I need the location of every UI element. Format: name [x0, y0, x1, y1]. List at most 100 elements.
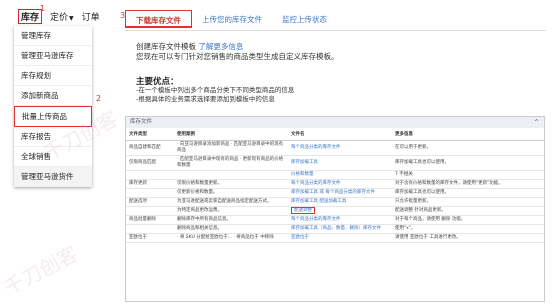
file-link[interactable]: 每个商品分类的库存文件	[291, 181, 341, 186]
cell-file-type-text: 商品批量删除	[129, 217, 156, 222]
cell-use-case-text: · 向亚马逊目录添加新商品 · 匹配亚马逊目录中的现有商品	[177, 142, 284, 153]
cell-more-info-text: 库存加载工具也可以使用。	[395, 160, 449, 165]
file-link[interactable]: 库存加载工具	[291, 160, 318, 165]
cell-file-name: 库存加载工具 或 每个商品分类的库存文件	[288, 188, 392, 198]
tab-divider	[125, 30, 546, 31]
cell-more-info-text: 使用"x"。	[395, 226, 416, 231]
learn-more-link[interactable]: 了解更多信息	[198, 42, 243, 51]
menu-item-inventory-reports[interactable]: 库存报告	[14, 127, 92, 147]
upload-tabs: 下载库存文件 上传您的库存文件 监控上传状态	[125, 10, 337, 28]
panel-title: 库存文件	[130, 119, 153, 125]
tab-download-inventory-file[interactable]: 下载库存文件	[125, 10, 192, 28]
cell-use-case-text: 删除商品和相关信息。	[177, 226, 222, 231]
advantage-item: -在一个模板中列出多个商品分类下不同类型商品的信息	[136, 86, 295, 94]
step-number-2: 2	[96, 94, 102, 103]
cell-use-case-text: · 匹配亚马逊目录中现有的商品 · 更新现有商品的价格和数量	[177, 157, 284, 168]
file-link[interactable]: 库存加载工具 或 每个商品分类的库存文件	[291, 190, 375, 195]
table-header-row: 文件类型 使用案例 文件名 更多信息	[126, 128, 544, 141]
cell-more-info: 请使用 亚欧位于 工具进行更改。	[392, 233, 544, 243]
advantages-list: -在一个模板中列出多个商品分类下不同类型商品的信息 -根据具体的业务需求选择要添…	[136, 86, 294, 104]
tab-upload-inventory-file[interactable]: 上传您的库存文件	[192, 10, 272, 28]
table-row: 仅限商品匹配 · 匹配亚马逊目录中现有的商品 · 更新现有商品的价格和数量 库存加载…	[126, 155, 544, 171]
menu-item-global-selling[interactable]: 全球销售	[14, 147, 92, 167]
cell-use-case: 删除库存中所有商品信息。	[174, 215, 288, 225]
table-row: 为特定商品更改运费。 配送调整 配送调整 针对商品更新。	[126, 206, 544, 216]
cell-use-case-text: 为特定商品更改运费。	[177, 208, 222, 213]
cell-file-type-text: 仅限商品匹配	[129, 160, 156, 165]
cell-more-info-text: 对于每个商品，请使用 删除 功能。	[395, 217, 466, 222]
tab-monitor-upload-status[interactable]: 监控上传状态	[272, 10, 337, 28]
cell-use-case-text: 删除库存中所有商品信息。	[177, 217, 231, 222]
cell-more-info: 使用"x"。	[392, 224, 544, 234]
cell-file-type: 商品批量删除	[126, 215, 174, 225]
cell-more-info-text: 配送调整 针对商品更新。	[395, 208, 446, 213]
cell-file-name: 价格和数量	[288, 170, 392, 180]
cell-more-info: 只允许批量更新。	[392, 197, 544, 207]
cell-file-type-text: 库存更新	[129, 181, 147, 186]
cell-more-info-text: 7 不相关	[395, 172, 413, 177]
cell-more-info-text: 请使用 亚欧位于 工具进行更改。	[395, 235, 461, 240]
advantage-item: -根据具体的业务需求选择要添加到模板中的信息	[136, 95, 275, 103]
menu-item-manage-fba[interactable]: 管理亚马逊库存	[14, 46, 92, 66]
menu-item-bulk-upload[interactable]: 批量上传商品	[14, 106, 92, 127]
cell-file-name: 每个商品分类的库存文件	[288, 179, 392, 189]
file-link[interactable]: 每个商品分类的库存文件	[291, 217, 341, 222]
cell-more-info-text: 库存加载工具也可以使用。	[395, 190, 449, 195]
inventory-files-table: 文件类型 使用案例 文件名 更多信息 商品自建和匹配 · 向亚马逊目录添加新商品 …	[126, 128, 544, 243]
cell-use-case-text: · 将 SKU 分配给亚欧位于... · 将商品位于 中移除	[177, 235, 274, 240]
file-link[interactable]: 每个商品分类的库存文件	[291, 145, 341, 150]
cell-file-type: 库存更新	[126, 179, 174, 189]
table-row: 配送选项 为亚马逊配送或卖家自配送商品指定配送方式。 库存加载工具 配送加载工具 只允…	[126, 197, 544, 207]
cell-file-type-text: 亚欧位于	[129, 235, 147, 240]
menu-item-inventory-planning[interactable]: 库存规划	[14, 66, 92, 86]
table-row: 库存更新 仅限价格和数量更新。 每个商品分类的库存文件 对于含有价格和数量的库存文件，…	[126, 179, 544, 189]
file-link[interactable]: 配送调整	[291, 207, 315, 214]
cell-more-info-text: 对于含有价格和数量的库存文件，请使用"更新"功能。	[395, 181, 503, 186]
file-link[interactable]: 库存加载工具（商品、数量、删除）库存文件	[291, 226, 381, 231]
chevron-down-icon: ▼	[69, 14, 74, 22]
menu-item-manage-shipments[interactable]: 管理亚马逊货件	[14, 167, 92, 187]
nav-tab-orders[interactable]: 订单	[82, 10, 100, 23]
file-link[interactable]: 库存加载工具 配送加载工具	[291, 199, 346, 204]
table-row: 商品自建和匹配 · 向亚马逊目录添加新商品 · 匹配亚马逊目录中的现有商品 每个商品…	[126, 140, 544, 156]
cell-file-type: 仅限商品匹配	[126, 155, 174, 171]
panel-header: 库存文件 ^	[126, 117, 544, 128]
file-link[interactable]: 价格和数量	[291, 172, 314, 177]
col-file-type: 文件类型	[126, 128, 174, 141]
intro-heading: 创建库存文件模板	[136, 42, 196, 51]
cell-file-name: 亚欧位于	[288, 233, 392, 243]
inventory-files-panel: 库存文件 ^ 文件类型 使用案例 文件名 更多信息 商品自建和匹配 · 向亚马逊目…	[125, 116, 545, 302]
cell-file-type: 商品自建和匹配	[126, 140, 174, 156]
cell-file-type	[126, 170, 174, 180]
cell-file-type	[126, 206, 174, 216]
nav-tab-pricing[interactable]: 定价▼	[50, 10, 74, 23]
cell-use-case: 为特定商品更改运费。	[174, 206, 288, 216]
file-link[interactable]: 亚欧位于	[291, 235, 309, 240]
menu-item-add-product[interactable]: 添加新商品	[14, 86, 92, 106]
cell-use-case: 为亚马逊配送或卖家自配送商品指定配送方式。	[174, 197, 288, 207]
cell-more-info-text: 在可以用于更新。	[395, 145, 431, 150]
table-row: 商品批量删除 删除库存中所有商品信息。 每个商品分类的库存文件 对于每个商品，请使用 …	[126, 215, 544, 225]
cell-file-type: 配送选项	[126, 197, 174, 207]
nav-tab-inventory[interactable]: 库存	[18, 8, 43, 24]
step-number-1: 1	[40, 4, 46, 13]
col-more-info: 更多信息	[392, 128, 544, 141]
collapse-icon[interactable]: ^	[534, 117, 539, 128]
cell-use-case-text: 为亚马逊配送或卖家自配送商品指定配送方式。	[177, 199, 272, 204]
cell-use-case: · 将 SKU 分配给亚欧位于... · 将商品位于 中移除	[174, 233, 288, 243]
cell-use-case-text: 仅限价格和数量更新。	[177, 181, 222, 186]
cell-more-info: 7 不相关	[392, 170, 544, 180]
cell-more-info: 配送调整 针对商品更新。	[392, 206, 544, 216]
cell-use-case: 仅限价格和数量更新。	[174, 179, 288, 189]
cell-file-name: 每个商品分类的库存文件	[288, 215, 392, 225]
cell-more-info: 在可以用于更新。	[392, 140, 544, 156]
cell-more-info-text: 只允许批量更新。	[395, 199, 431, 204]
cell-more-info: 库存加载工具也可以使用。	[392, 155, 544, 171]
menu-item-manage-inventory[interactable]: 管理库存	[14, 26, 92, 46]
cell-use-case: · 匹配亚马逊目录中现有的商品 · 更新现有商品的价格和数量	[174, 155, 288, 171]
table-row: 仅更新价格和数量。 库存加载工具 或 每个商品分类的库存文件 库存加载工具也可以使用…	[126, 188, 544, 198]
cell-file-name: 配送调整	[288, 206, 392, 216]
inventory-dropdown-menu: 管理库存 管理亚马逊库存 库存规划 添加新商品 批量上传商品 库存报告 全球销售…	[14, 26, 92, 187]
cell-more-info: 库存加载工具也可以使用。	[392, 188, 544, 198]
cell-use-case-text: 仅更新价格和数量。	[177, 190, 218, 195]
